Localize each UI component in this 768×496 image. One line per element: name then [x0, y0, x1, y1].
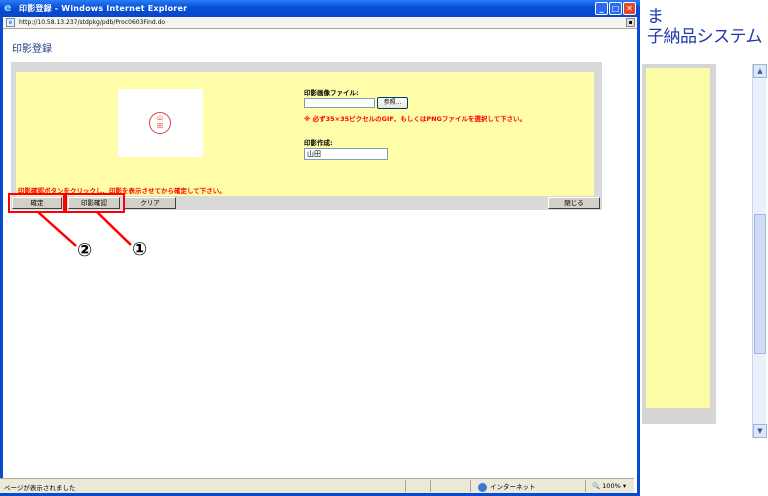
zone-label: インターネット: [490, 483, 536, 491]
status-divider: [405, 480, 406, 492]
callout-lines: [37, 211, 132, 247]
status-divider: [430, 480, 431, 492]
security-zone: インターネット: [478, 481, 536, 492]
status-text: ページが表示されました: [4, 484, 76, 492]
status-divider: [470, 480, 471, 492]
globe-icon: [478, 482, 487, 492]
callout-line-first: [96, 211, 132, 246]
status-divider: [585, 480, 586, 492]
callout-line-second: [37, 211, 77, 247]
zoom-value: 100%: [602, 482, 621, 490]
status-bar: ページが表示されました インターネット 🔍 100% ▾: [0, 478, 634, 493]
zoom-level[interactable]: 🔍 100% ▾: [592, 482, 626, 490]
callout-number-second: ②: [77, 240, 93, 261]
callout-number-first: ①: [132, 239, 148, 260]
